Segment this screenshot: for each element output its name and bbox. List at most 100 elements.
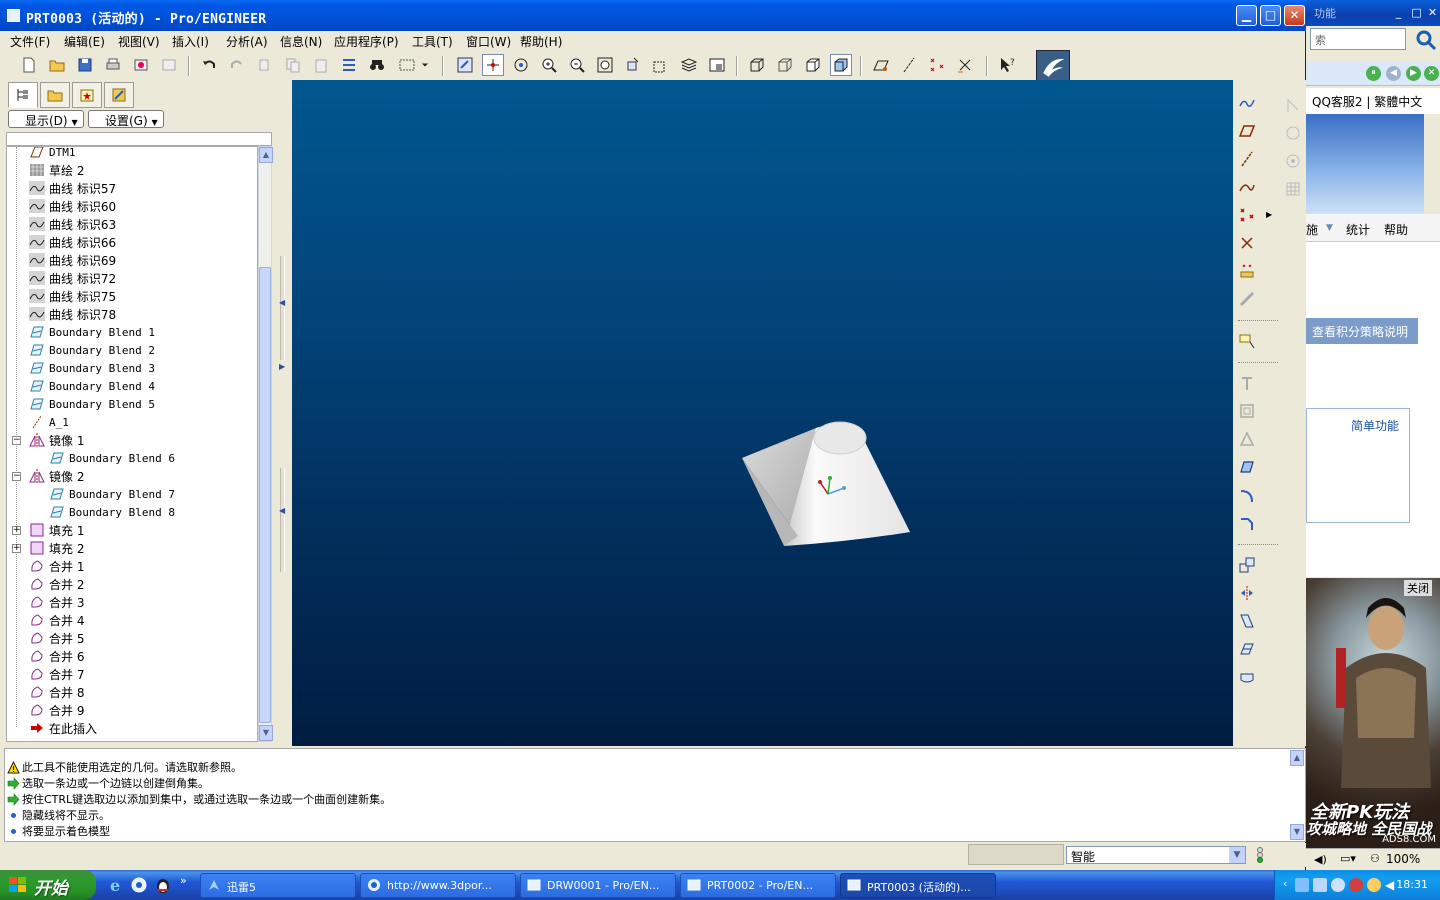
splitter-handle[interactable]	[280, 468, 285, 572]
background-maximize-button[interactable]: □	[1410, 6, 1423, 19]
scroll-down-icon[interactable]: ▼	[1290, 824, 1304, 840]
security-tray-icon[interactable]	[1331, 878, 1345, 892]
tree-item[interactable]: 合并 4	[29, 611, 84, 629]
tree-item[interactable]: 曲线 标识75	[29, 287, 116, 305]
merge-tool-icon[interactable]	[1236, 610, 1258, 632]
menu-help[interactable]: 帮助(H)	[520, 33, 562, 50]
game-advertisement[interactable]: 关闭 全新PK玩法 攻城略地 全民国战 ADS8.COM	[1306, 578, 1440, 848]
tree-item[interactable]: 曲线 标识69	[29, 251, 116, 269]
taskbar-button[interactable]: PRT0003 (活动的)...	[840, 873, 996, 898]
menu-info[interactable]: 信息(N)	[280, 33, 322, 50]
boundary-blend-tool-icon[interactable]	[1236, 456, 1258, 478]
tree-item[interactable]: 合并 1	[29, 557, 84, 575]
tree-item[interactable]: 合并 5	[29, 629, 84, 647]
round-icon[interactable]	[1236, 484, 1258, 506]
settings-dropdown[interactable]: 设置(G) ▼	[88, 110, 164, 128]
repaint-icon[interactable]	[454, 54, 476, 76]
simple-function-link[interactable]: 简单功能	[1351, 417, 1399, 434]
secondary-group-icon[interactable]	[1282, 150, 1304, 172]
view-manager-icon[interactable]	[706, 54, 728, 76]
extend-icon[interactable]	[1236, 666, 1258, 688]
find-binoculars-icon[interactable]	[366, 54, 388, 76]
nav-home-icon[interactable]: ⏸	[1366, 66, 1381, 81]
regenerate-icon[interactable]	[338, 54, 360, 76]
thunder-tray-icon[interactable]	[1367, 878, 1381, 892]
panel-splitter[interactable]: ◀ ▶ ◀	[277, 80, 289, 744]
sketch-curve-icon[interactable]	[1236, 92, 1258, 114]
datum-axis-display-icon[interactable]	[898, 54, 920, 76]
datum-point-tool-icon[interactable]	[1236, 204, 1258, 226]
tree-item[interactable]: 曲线 标识72	[29, 269, 116, 287]
menu-analysis[interactable]: 分析(A)	[226, 33, 268, 50]
speaker-icon[interactable]: ◀)	[1314, 853, 1327, 866]
menu-edit[interactable]: 编辑(E)	[64, 33, 105, 50]
tree-item[interactable]: 曲线 标识63	[29, 215, 116, 233]
close-button[interactable]: ✕	[1284, 5, 1305, 26]
display-tray-icon[interactable]	[1313, 878, 1327, 892]
tree-item[interactable]: 曲线 标识60	[29, 197, 116, 215]
flyout-arrow-icon[interactable]: ▶	[1266, 210, 1272, 219]
annotation-icon[interactable]	[1236, 330, 1258, 352]
background-close-button[interactable]: ✕	[1426, 6, 1439, 19]
traffic-light-icon[interactable]	[1254, 846, 1266, 867]
secondary-pattern-icon[interactable]	[1282, 122, 1304, 144]
refit-icon[interactable]	[594, 54, 616, 76]
tree-item[interactable]: Boundary Blend 3	[29, 359, 155, 377]
background-menu-left[interactable]: 施	[1306, 221, 1318, 238]
tree-item[interactable]: 曲线 标识57	[29, 179, 116, 197]
scroll-up-icon[interactable]: ▲	[1290, 750, 1304, 766]
collapse-node-icon[interactable]: −	[12, 472, 21, 481]
tree-item[interactable]: 填充 1	[29, 521, 84, 539]
scroll-down-icon[interactable]: ▼	[259, 725, 273, 741]
zoom-out-icon[interactable]	[566, 54, 588, 76]
menu-tools[interactable]: 工具(T)	[412, 33, 453, 50]
context-help-icon[interactable]: ?	[996, 54, 1018, 76]
quicklaunch-overflow-icon[interactable]: »	[180, 874, 187, 887]
splitter-handle[interactable]	[280, 256, 285, 360]
no-hidden-icon[interactable]	[802, 54, 824, 76]
tree-item[interactable]: 填充 2	[29, 539, 84, 557]
taskbar-button[interactable]: http://www.3dpor...	[360, 873, 516, 898]
nav-close-icon[interactable]: ✕	[1424, 66, 1439, 81]
collapse-left-icon[interactable]: ◀	[279, 506, 285, 515]
model-tree-tab[interactable]	[8, 82, 38, 108]
undo-icon[interactable]	[198, 54, 220, 76]
scroll-up-icon[interactable]: ▲	[259, 147, 273, 163]
tray-expand-icon[interactable]: ‹	[1283, 877, 1287, 890]
taskbar-button[interactable]: 迅雷5	[200, 873, 356, 898]
coordinate-system-display-icon[interactable]	[954, 54, 976, 76]
datum-chain-icon[interactable]	[1236, 288, 1258, 310]
zoom-level[interactable]: 100%	[1386, 852, 1420, 866]
tree-item[interactable]: 镜像 1	[29, 431, 84, 449]
tree-item[interactable]: DTM1	[29, 147, 76, 161]
copy-icon[interactable]	[282, 54, 304, 76]
chevron-down-icon[interactable]: ▼	[1229, 847, 1245, 863]
tree-item[interactable]: Boundary Blend 5	[29, 395, 155, 413]
maximize-button[interactable]: □	[1260, 5, 1281, 26]
secondary-sketch-icon[interactable]	[1282, 94, 1304, 116]
tree-item[interactable]: Boundary Blend 2	[29, 341, 155, 359]
background-minimize-button[interactable]: _	[1392, 6, 1405, 19]
tree-item[interactable]: 草绘 2	[29, 161, 84, 179]
cut-icon[interactable]	[254, 54, 276, 76]
qq-penguin-icon[interactable]	[154, 876, 172, 894]
collapse-left-icon[interactable]: ◀	[279, 298, 285, 307]
save-icon[interactable]	[74, 54, 96, 76]
tree-item[interactable]: 镜像 2	[29, 467, 84, 485]
collapse-node-icon[interactable]: −	[12, 436, 21, 445]
menu-window[interactable]: 窗口(W)	[466, 33, 511, 50]
datum-coordinate-tool-icon[interactable]	[1236, 232, 1258, 254]
qq-tray-icon[interactable]	[1349, 878, 1363, 892]
minimize-button[interactable]: ▁	[1236, 5, 1257, 26]
email-disabled-icon[interactable]	[158, 54, 180, 76]
tree-item[interactable]: Boundary Blend 7	[49, 485, 175, 503]
nav-back-icon[interactable]: ◀	[1386, 66, 1401, 81]
chevron-down-icon[interactable]: ▼	[1326, 223, 1333, 233]
expand-node-icon[interactable]: +	[12, 544, 21, 553]
browser-quicklaunch-icon[interactable]	[130, 876, 148, 894]
tree-item[interactable]: 合并 9	[29, 701, 84, 719]
favorites-tab[interactable]	[72, 82, 102, 108]
tree-item[interactable]: 合并 6	[29, 647, 84, 665]
tree-item[interactable]: Boundary Blend 6	[49, 449, 175, 467]
copy-feature-icon[interactable]	[1236, 554, 1258, 576]
